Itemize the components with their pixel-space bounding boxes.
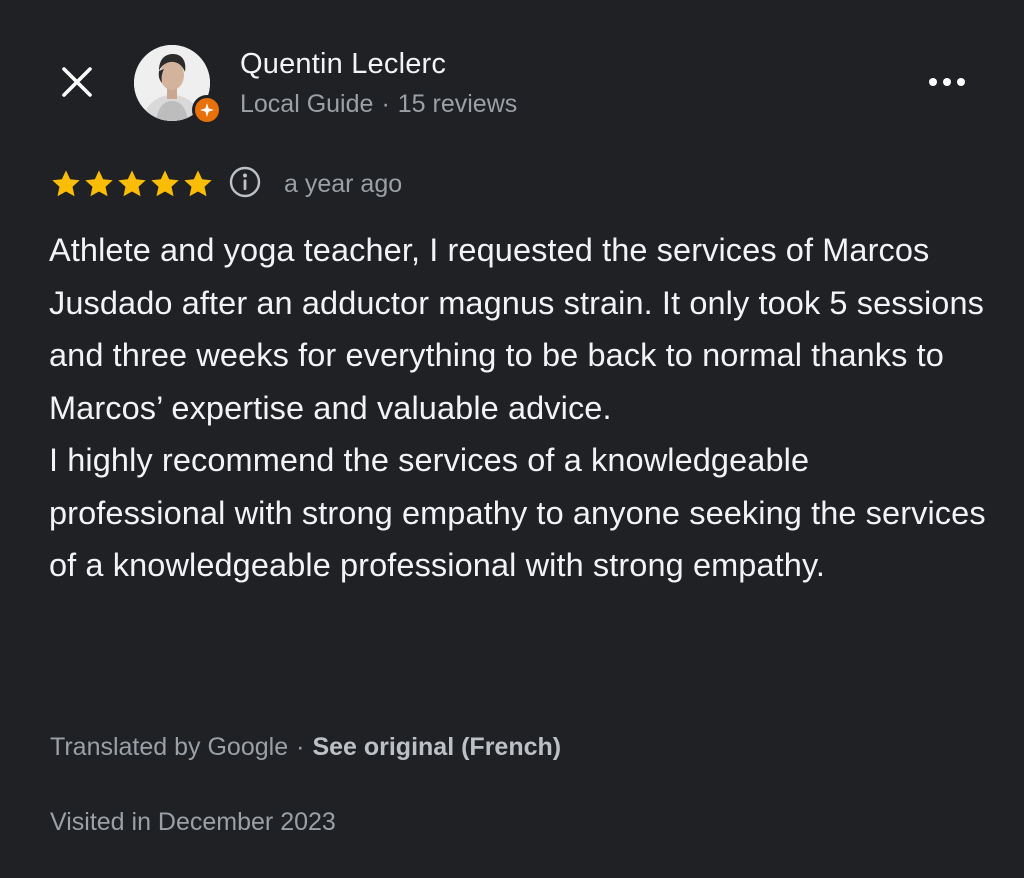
review-paragraph: I highly recommend the services of a kno… [49, 442, 986, 583]
star-icon [85, 170, 113, 197]
star-icon [184, 170, 212, 197]
author-name[interactable]: Quentin Leclerc [240, 48, 446, 81]
meta-separator: · [381, 90, 390, 118]
visit-date: Visited in December 2023 [50, 808, 336, 836]
close-icon [59, 64, 95, 105]
see-original-link[interactable]: See original (French) [312, 733, 561, 762]
close-button[interactable] [56, 63, 98, 105]
rating-row: a year ago [50, 164, 402, 204]
more-options-button[interactable] [922, 68, 972, 98]
translated-by-label: Translated by Google [50, 733, 289, 761]
review-count: 15 reviews [397, 90, 518, 118]
star-icon [118, 170, 146, 197]
author-meta: Local Guide · 15 reviews [240, 90, 517, 119]
star-icon [151, 170, 179, 197]
translation-info: Translated by Google · See original (Fre… [50, 733, 561, 762]
review-paragraph: Athlete and yoga teacher, I requested th… [49, 232, 984, 426]
info-icon [229, 166, 261, 203]
author-avatar-container [134, 45, 222, 125]
star-icon [52, 170, 80, 197]
info-button[interactable] [228, 166, 262, 203]
review-text: Athlete and yoga teacher, I requested th… [49, 224, 989, 592]
star-rating [50, 168, 214, 200]
review-date: a year ago [284, 169, 403, 198]
translation-separator: · [296, 733, 305, 761]
local-guide-badge-icon [192, 95, 222, 125]
local-guide-label: Local Guide [240, 90, 374, 118]
more-horizontal-icon [927, 74, 967, 92]
